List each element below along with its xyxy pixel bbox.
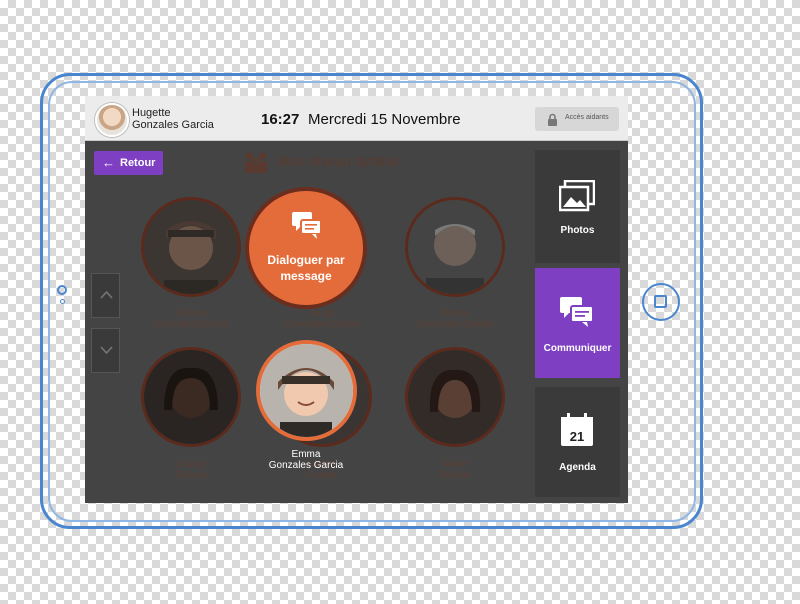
- chevron-down-icon: [100, 346, 113, 355]
- sidebar-label-photos: Photos: [560, 225, 595, 236]
- contact-name-marie: Marie Dubois: [439, 459, 471, 481]
- contact-photo-marie[interactable]: [405, 347, 505, 447]
- caregiver-access-button[interactable]: Accès aidants: [535, 107, 619, 131]
- photos-icon: [559, 180, 595, 212]
- contact-name-hugo: Hugo Gonzales Garcia: [285, 308, 361, 330]
- top-bar: Hugette Gonzales Garcia 16:27 Mercredi 1…: [85, 96, 628, 141]
- contact-photo-emma[interactable]: [141, 197, 241, 297]
- message-dialog-button[interactable]: Dialoguer par message: [245, 187, 367, 309]
- user-first-name: Hugette: [132, 107, 171, 119]
- selected-contact-name: Emma Gonzales Garcia: [268, 449, 344, 471]
- chat-icon: [292, 212, 322, 239]
- back-label: Retour: [120, 157, 156, 169]
- sidebar-label-communiquer: Communiquer: [543, 343, 612, 354]
- caregiver-access-label: Accès aidants: [565, 114, 609, 121]
- user-name: Hugette Gonzales Garcia: [132, 107, 214, 131]
- date: Mercredi 15 Novembre: [308, 111, 461, 128]
- sidebar-item-photos[interactable]: Photos: [535, 150, 620, 263]
- calendar-icon: 21: [561, 413, 593, 446]
- contact-name-louise: Louise Dubois: [175, 459, 207, 481]
- contact-name-emma: Emma Gonzales Garcia: [153, 308, 229, 330]
- contact-name-pierre: Pierre Gonzales Garcia: [417, 308, 493, 330]
- contact-photo-pierre[interactable]: [405, 197, 505, 297]
- user-last-name: Gonzales Garcia: [132, 119, 214, 131]
- arrow-left-icon: ←: [102, 155, 115, 170]
- home-button[interactable]: [642, 283, 680, 321]
- chat-icon: [560, 297, 594, 327]
- sidebar-item-agenda[interactable]: 21 Agenda: [535, 387, 620, 497]
- camera-icon: [57, 285, 67, 295]
- clock: 16:27: [261, 111, 300, 128]
- lock-icon: [548, 113, 557, 126]
- sidebar-label-agenda: Agenda: [559, 462, 596, 473]
- scroll-down-button[interactable]: [91, 328, 120, 373]
- user-avatar[interactable]: [95, 103, 129, 137]
- calendar-day: 21: [570, 429, 584, 444]
- scroll-up-button[interactable]: [91, 273, 120, 318]
- contact-photo-louise[interactable]: [141, 347, 241, 447]
- dialog-label-line1: Dialoguer par: [267, 253, 345, 267]
- sensor-icon: [60, 299, 65, 304]
- family-icon: [245, 152, 267, 173]
- page-title: Mon réseau familial: [277, 153, 399, 169]
- chevron-up-icon: [100, 290, 113, 299]
- selected-contact-photo[interactable]: [256, 340, 357, 441]
- back-button[interactable]: ← Retour: [94, 151, 163, 175]
- sidebar-item-communiquer[interactable]: Communiquer: [535, 268, 620, 378]
- dialog-label-line2: message: [280, 269, 332, 283]
